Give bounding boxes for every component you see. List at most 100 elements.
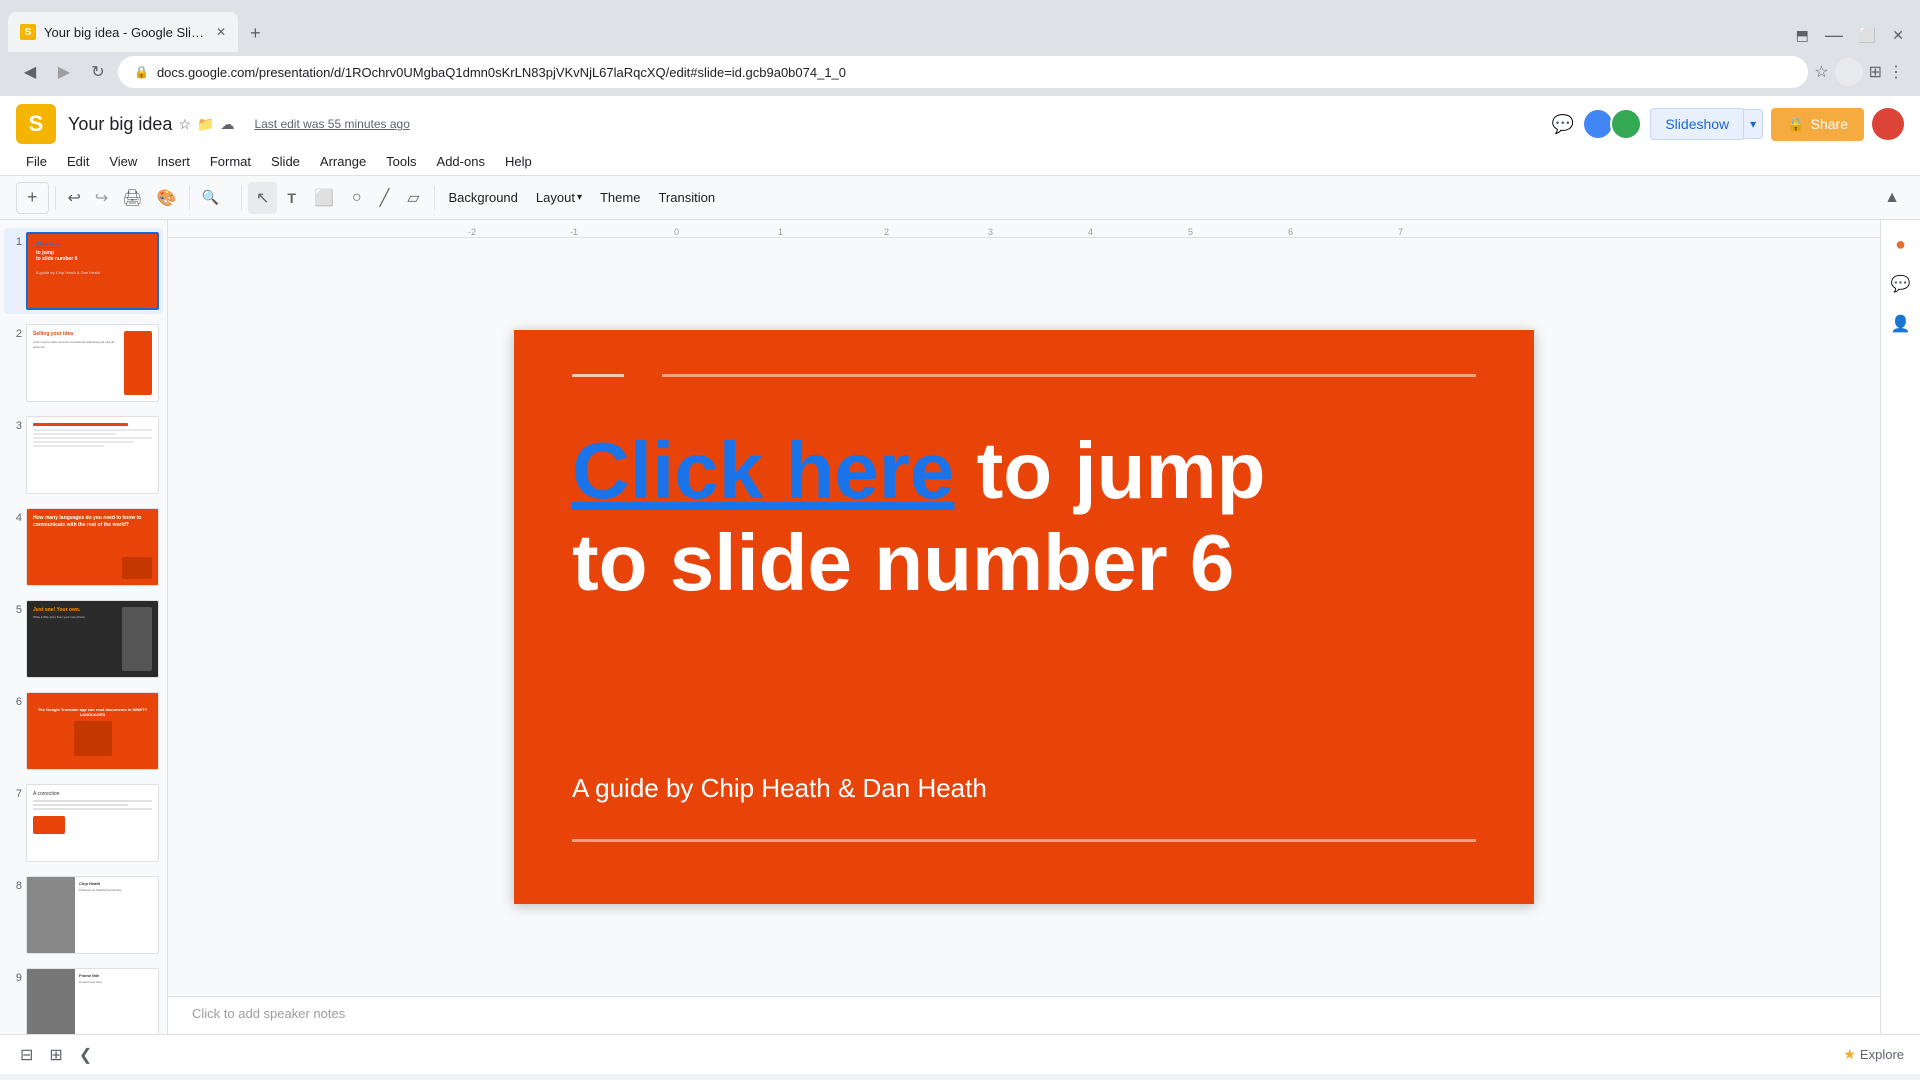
app-title: Your big idea [68,114,172,135]
restore-icon[interactable]: ⬒ [1796,27,1809,44]
click-here-text[interactable]: Click here [572,426,954,515]
maximize-icon[interactable]: ⬜ [1859,27,1876,44]
slide-canvas-area[interactable]: Click here to jump to slide number 6 A g… [168,238,1880,996]
extensions-icon[interactable]: ⊞ [1869,62,1882,82]
menu-edit[interactable]: Edit [57,148,99,175]
comments-icon[interactable]: 💬 [1552,114,1574,135]
last-edit[interactable]: Last edit was 55 minutes ago [254,117,409,131]
chrome-menu-icon[interactable]: ⋮ [1888,62,1904,82]
slide-editor-container: -2 -1 0 1 2 3 4 5 6 7 [168,220,1880,1034]
right-side-panel: ● 💬 👤 [1880,220,1920,1034]
menu-slide[interactable]: Slide [261,148,310,175]
new-tab-button[interactable]: + [242,19,269,48]
lock-icon: 🔒 [134,65,149,79]
menu-format[interactable]: Format [200,148,261,175]
slides-panel[interactable]: 1 Click here to jump to slide number 6 A… [0,220,168,1034]
explore-button[interactable]: Explore [1860,1047,1904,1062]
window-close-icon[interactable]: ✕ [1892,27,1904,44]
speaker-notes-placeholder[interactable]: Click to add speaker notes [192,1006,345,1021]
star-icon[interactable]: ☆ [178,116,191,133]
list-view-button[interactable]: ⊞ [45,1041,66,1069]
grid-view-button[interactable]: ⊟ [16,1041,37,1069]
tab-title: Your big idea - Google Slides [44,25,204,40]
folder-icon[interactable]: 📁 [197,116,214,133]
menu-addons[interactable]: Add-ons [427,148,495,175]
print-button[interactable]: 🖨 [116,182,148,214]
menu-tools[interactable]: Tools [376,148,426,175]
tab[interactable]: S Your big idea - Google Slides ✕ [8,12,238,52]
main-text-area[interactable]: Click here to jump to slide number 6 [572,425,1476,609]
toolbar: + ↩ ↪ 🖨 🎨 🔍 ↖ T ⬜ ○ ╱ ▱ Background Layou… [0,176,1920,220]
zoom-out-button[interactable]: 🔍 [196,182,225,214]
menu-view[interactable]: View [99,148,147,175]
cursor-tool[interactable]: ↖ [248,182,277,214]
right-panel-btn-1[interactable]: ● [1885,228,1917,260]
menu-insert[interactable]: Insert [147,148,200,175]
bottom-bar: ⊟ ⊞ ❮ ★ Explore [0,1034,1920,1074]
slide-preview-4: How many languages do you need to know t… [26,508,159,586]
theme-button[interactable]: Theme [592,182,648,214]
lock-share-icon: 🔒 [1787,116,1804,133]
slide-thumb-1[interactable]: 1 Click here to jump to slide number 6 A… [4,228,163,314]
cloud-icon[interactable]: ☁ [220,116,234,133]
slide-thumb-7[interactable]: 7 A correction [4,780,163,866]
collapse-panel-button[interactable]: ▲ [1880,185,1904,211]
slide-num-5: 5 [8,604,22,616]
slide-thumb-5[interactable]: 5 Just one! Your own. Write a little sto… [4,596,163,682]
layout-dropdown-icon: ▾ [577,192,582,203]
bookmark-icon[interactable]: ☆ [1814,62,1828,82]
comment-tool[interactable]: ▱ [399,182,427,214]
app-title-area: Your big idea ☆ 📁 ☁ [68,114,234,135]
undo-button[interactable]: ↩ [62,182,87,214]
slide-thumb-2[interactable]: 2 Selling your idea Lorem ipsum dolor si… [4,320,163,406]
collab-avatars [1582,108,1642,140]
redo-button[interactable]: ↪ [89,182,114,214]
layout-button[interactable]: Layout▾ [528,182,590,214]
transition-button[interactable]: Transition [650,182,723,214]
back-button[interactable]: ◀ [16,58,44,86]
image-tool[interactable]: ⬜ [306,182,342,214]
to-jump-text: to jump [954,426,1265,515]
forward-button[interactable]: ▶ [50,58,78,86]
right-panel-btn-2[interactable]: 💬 [1885,268,1917,300]
menu-arrange[interactable]: Arrange [310,148,376,175]
url-bar[interactable]: 🔒 docs.google.com/presentation/d/1ROchrv… [118,56,1808,88]
slide-num-4: 4 [8,512,22,524]
slideshow-dropdown-button[interactable]: ▾ [1743,109,1763,139]
share-button[interactable]: 🔒 Share [1771,108,1864,141]
profile-icon[interactable] [1835,58,1863,86]
slide-thumb-9[interactable]: 9 Frame title Content text here [4,964,163,1034]
paint-format-button[interactable]: 🎨 [151,182,183,214]
right-panel-btn-3[interactable]: 👤 [1885,308,1917,340]
slide-thumb-3[interactable]: 3 [4,412,163,498]
app-logo: S [16,104,56,144]
minimize-icon[interactable]: — [1825,26,1843,44]
slide-preview-2: Selling your idea Lorem ipsum dolor sit … [26,324,159,402]
slide-subtitle[interactable]: A guide by Chip Heath & Dan Heath [572,773,987,804]
slide-canvas[interactable]: Click here to jump to slide number 6 A g… [514,330,1534,904]
background-button[interactable]: Background [441,182,526,214]
menu-file[interactable]: File [16,148,57,175]
user-avatar[interactable] [1872,108,1904,140]
slide-preview-9: Frame title Content text here [26,968,159,1034]
slide-preview-7: A correction [26,784,159,862]
text-tool[interactable]: T [279,182,304,214]
app-menu-row: File Edit View Insert Format Slide Arran… [0,148,1920,176]
slideshow-button[interactable]: Slideshow [1650,108,1743,140]
reload-button[interactable]: ↻ [84,58,112,86]
slide-thumb-4[interactable]: 4 How many languages do you need to know… [4,504,163,590]
slide-num-1: 1 [8,236,22,248]
second-line-text: to slide number 6 [572,517,1476,609]
tab-favicon: S [20,24,36,40]
shape-tool[interactable]: ○ [344,182,370,214]
tab-close-icon[interactable]: ✕ [216,25,226,39]
collapse-sidebar-button[interactable]: ❮ [75,1041,96,1069]
menu-help[interactable]: Help [495,148,542,175]
slide-thumb-6[interactable]: 6 The Google Translate app can read docu… [4,688,163,774]
line-tool[interactable]: ╱ [372,182,398,214]
add-button[interactable]: + [16,182,49,214]
slide-thumb-8[interactable]: 8 Chip Heath Professor at Stanford Unive… [4,872,163,958]
speaker-notes[interactable]: Click to add speaker notes [168,996,1880,1034]
bottom-line [572,839,1476,842]
main-headline: Click here to jump [572,425,1476,517]
